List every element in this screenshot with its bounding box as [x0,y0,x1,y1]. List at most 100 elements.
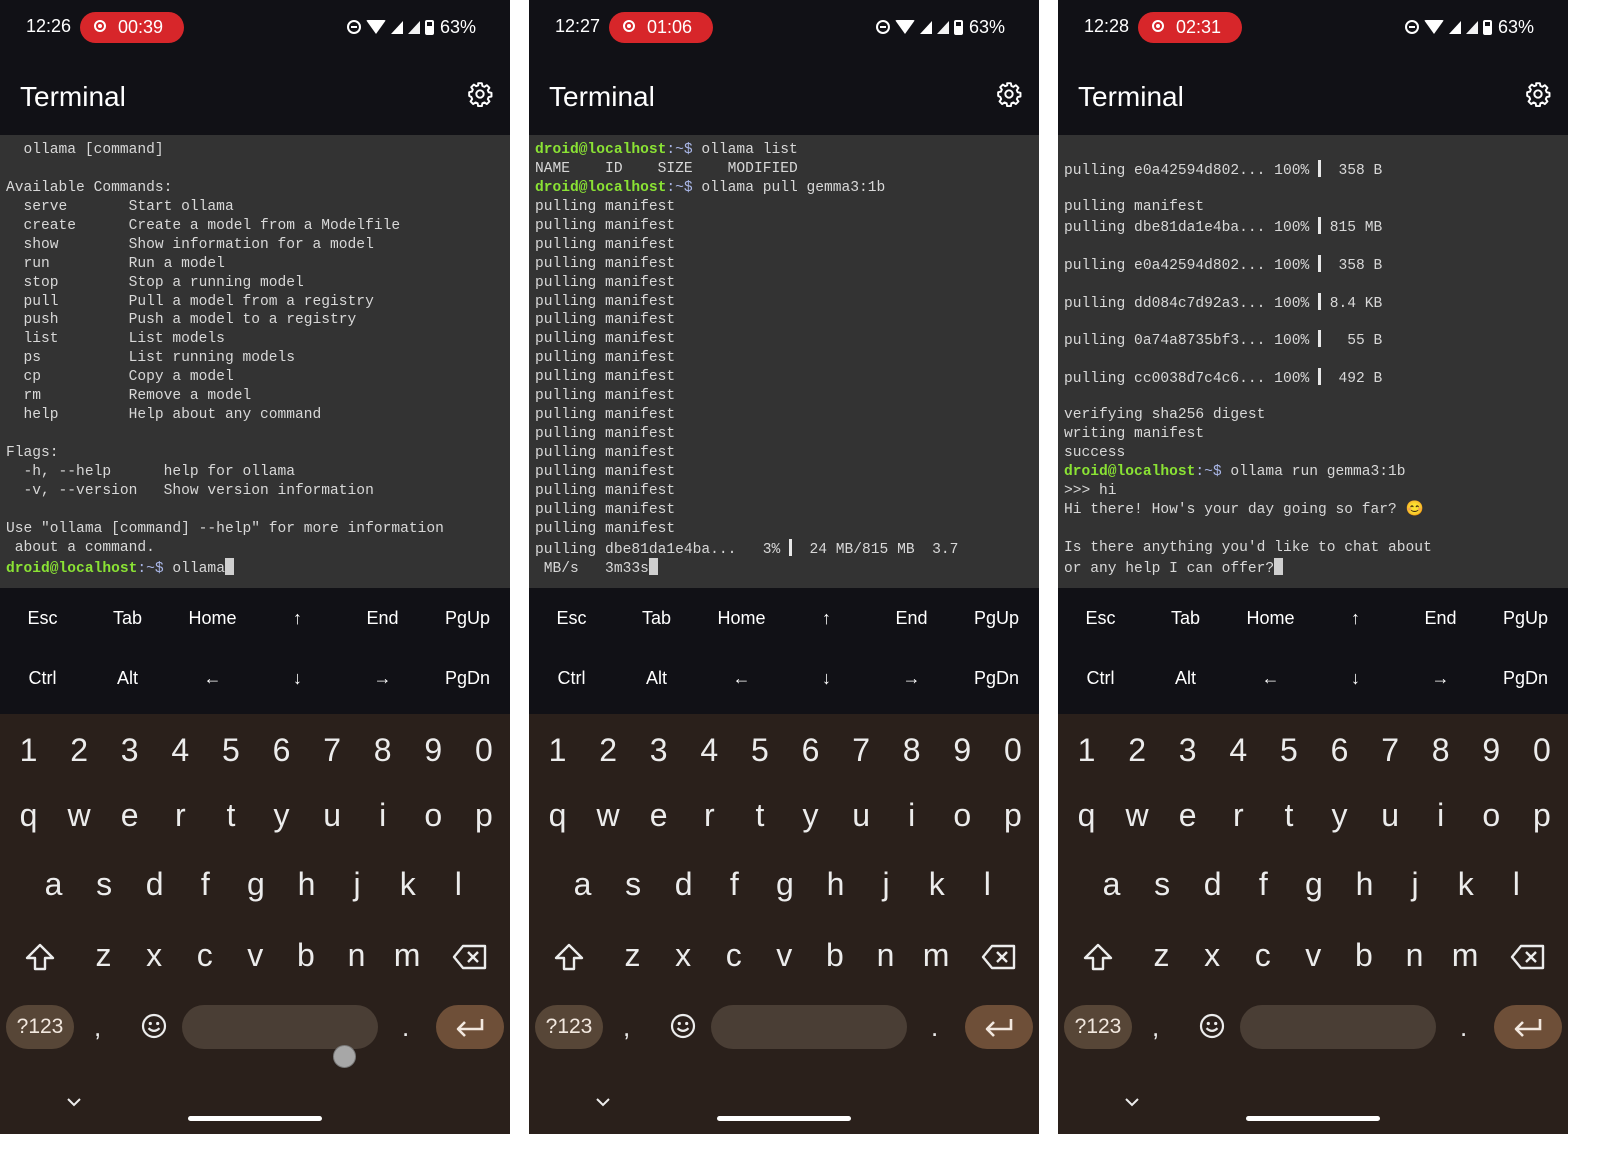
gear-icon[interactable] [996,81,1022,107]
gesture-nav-handle[interactable] [1246,1116,1380,1121]
spacebar[interactable] [182,1005,378,1049]
letter-key[interactable]: p [458,797,509,834]
letter-key[interactable]: q [3,797,54,834]
letter-key[interactable]: x [1187,937,1238,974]
digit-key[interactable]: 1 [3,732,54,769]
symbols-key[interactable]: ?123 [535,1005,603,1049]
digit-key[interactable]: 6 [785,732,836,769]
letter-key[interactable]: t [734,797,785,834]
letter-key[interactable]: t [205,797,256,834]
letter-key[interactable]: c [708,937,759,974]
letter-key[interactable]: b [280,937,331,974]
digit-key[interactable]: 0 [987,732,1038,769]
emoji-icon[interactable] [141,1013,167,1039]
terminal-output[interactable]: droid@localhost:~$ ollama list NAME ID SI… [529,135,1039,588]
enter-key[interactable] [436,1005,504,1049]
letter-key[interactable]: g [230,866,281,903]
extra-key[interactable]: Ctrl [529,668,614,689]
letter-key[interactable]: t [1263,797,1314,834]
letter-key[interactable]: o [408,797,459,834]
digit-key[interactable]: 9 [1466,732,1517,769]
digit-key[interactable]: 5 [734,732,785,769]
gesture-nav-handle[interactable] [188,1116,322,1121]
letter-key[interactable]: w [1112,797,1163,834]
digit-key[interactable]: 7 [836,732,887,769]
extra-key[interactable]: Alt [85,668,170,689]
letter-key[interactable]: d [1187,866,1238,903]
letter-key[interactable]: b [809,937,860,974]
letter-key[interactable]: h [1339,866,1390,903]
letter-key[interactable]: f [709,866,760,903]
letter-key[interactable]: i [886,797,937,834]
digit-key[interactable]: 5 [205,732,256,769]
letter-key[interactable]: e [1162,797,1213,834]
period-key[interactable]: . [402,1012,409,1043]
letter-key[interactable]: m [911,937,962,974]
letter-key[interactable]: c [1237,937,1288,974]
letter-key[interactable]: f [1238,866,1289,903]
digit-key[interactable]: 6 [256,732,307,769]
letter-key[interactable]: v [1288,937,1339,974]
extra-key[interactable]: Esc [0,608,85,629]
extra-key[interactable]: Esc [1058,608,1143,629]
extra-key[interactable]: → [869,668,954,689]
extra-key[interactable]: ↑ [784,608,869,629]
letter-key[interactable]: x [129,937,180,974]
letter-key[interactable]: o [937,797,988,834]
symbols-key[interactable]: ?123 [6,1005,74,1049]
extra-key[interactable]: ← [170,668,255,689]
letter-key[interactable]: n [1389,937,1440,974]
letter-key[interactable]: z [78,937,129,974]
letter-key[interactable]: r [1213,797,1264,834]
extra-key[interactable]: Alt [1143,668,1228,689]
extra-key[interactable]: ← [699,668,784,689]
shift-icon[interactable] [553,941,585,973]
digit-key[interactable]: 3 [1162,732,1213,769]
letter-key[interactable]: z [607,937,658,974]
screen-record-badge[interactable]: 02:31 [1138,12,1242,43]
letter-key[interactable]: z [1136,937,1187,974]
letter-key[interactable]: a [557,866,608,903]
comma-key[interactable]: , [94,1012,101,1043]
digit-key[interactable]: 1 [532,732,583,769]
digit-key[interactable]: 0 [1516,732,1567,769]
digit-key[interactable]: 3 [633,732,684,769]
terminal-output[interactable]: pulling e0a42594d802... 100% 358 Bpullin… [1058,135,1568,588]
terminal-output[interactable]: ollama [command] Available Commands: serv… [0,135,510,588]
letter-key[interactable]: c [179,937,230,974]
letter-key[interactable]: i [1415,797,1466,834]
letter-key[interactable]: v [759,937,810,974]
extra-key[interactable]: → [1398,668,1483,689]
digit-key[interactable]: 3 [104,732,155,769]
extra-key[interactable]: Home [699,608,784,629]
letter-key[interactable]: a [28,866,79,903]
letter-key[interactable]: q [532,797,583,834]
letter-key[interactable]: r [684,797,735,834]
letter-key[interactable]: u [307,797,358,834]
letter-key[interactable]: l [1491,866,1542,903]
letter-key[interactable]: j [861,866,912,903]
letter-key[interactable]: l [433,866,484,903]
enter-key[interactable] [1494,1005,1562,1049]
letter-key[interactable]: h [281,866,332,903]
extra-key[interactable]: PgUp [425,608,510,629]
digit-key[interactable]: 2 [54,732,105,769]
letter-key[interactable]: k [911,866,962,903]
letter-key[interactable]: s [1137,866,1188,903]
letter-key[interactable]: e [633,797,684,834]
extra-key[interactable]: Tab [614,608,699,629]
letter-key[interactable]: y [785,797,836,834]
extra-key[interactable]: ↓ [255,668,340,689]
chevron-down-icon[interactable] [66,1097,82,1107]
comma-key[interactable]: , [1152,1012,1159,1043]
digit-key[interactable]: 1 [1061,732,1112,769]
letter-key[interactable]: w [54,797,105,834]
extra-key[interactable]: End [869,608,954,629]
extra-key[interactable]: PgDn [954,668,1039,689]
letter-key[interactable]: h [810,866,861,903]
digit-key[interactable]: 8 [1415,732,1466,769]
period-key[interactable]: . [931,1012,938,1043]
extra-key[interactable]: Esc [529,608,614,629]
extra-key[interactable]: Home [1228,608,1313,629]
screen-record-badge[interactable]: 01:06 [609,12,713,43]
